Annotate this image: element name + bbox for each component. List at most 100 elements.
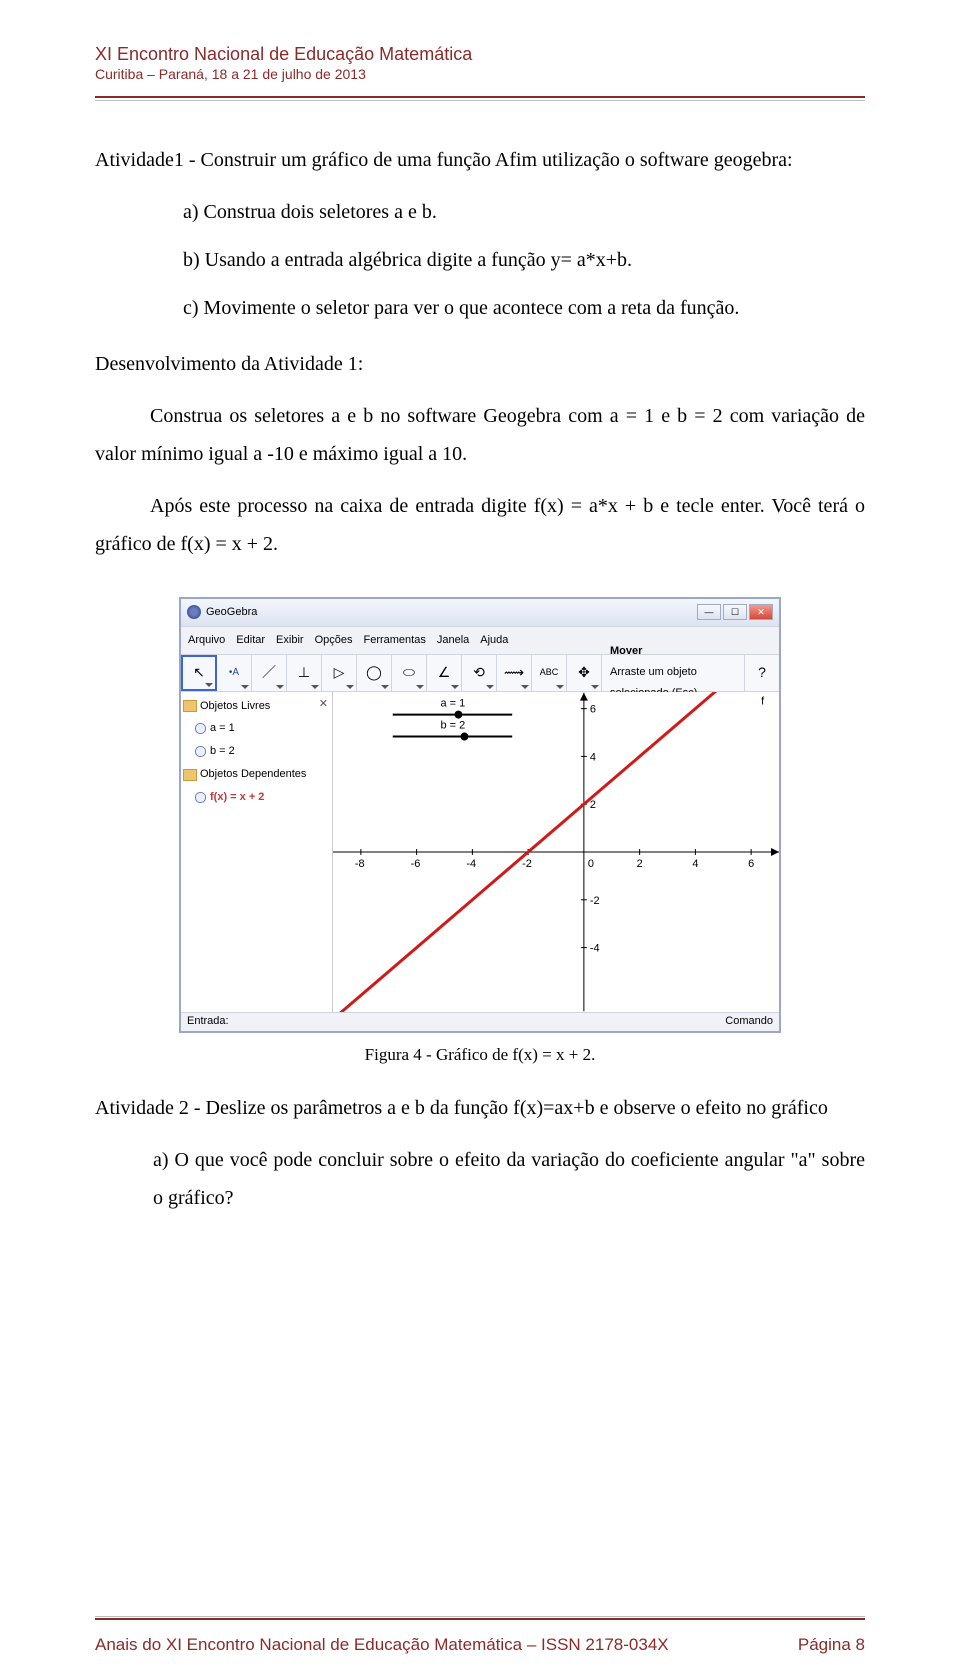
footer-right: Página 8 — [798, 1635, 865, 1655]
page-header: XI Encontro Nacional de Educação Matemát… — [95, 45, 865, 101]
cursor-icon: ↖ — [193, 659, 205, 686]
svg-text:2: 2 — [637, 858, 643, 870]
command-label: Comando — [725, 1011, 773, 1032]
ellipse-icon: ⬭ — [403, 659, 415, 686]
point-icon: •A — [229, 663, 239, 682]
menu-opcoes[interactable]: Opções — [315, 630, 353, 651]
geogebra-window-title: GeoGebra — [206, 602, 257, 623]
tree-free-label: Objetos Livres — [200, 696, 270, 717]
svg-text:0: 0 — [588, 858, 594, 870]
visibility-toggle-icon[interactable] — [195, 723, 206, 734]
plot-svg: -8 -6 -4 -2 0 2 4 6 6 — [333, 692, 779, 1012]
text-icon: ABC — [540, 664, 559, 681]
svg-text:4: 4 — [692, 858, 698, 870]
tool-line[interactable]: ／ — [252, 655, 287, 691]
panel-close-icon[interactable]: ✕ — [319, 694, 328, 715]
dev1-p1: Construa os seletores a e b no software … — [95, 397, 865, 473]
tree-item-a[interactable]: a = 1 — [195, 718, 330, 739]
tool-slider[interactable]: ⟿ — [497, 655, 532, 691]
svg-text:4: 4 — [590, 751, 596, 763]
activity2: Atividade 2 - Deslize os parâmetros a e … — [95, 1089, 865, 1127]
svg-text:-2: -2 — [590, 894, 600, 906]
page-footer: Anais do XI Encontro Nacional de Educaçã… — [95, 1635, 865, 1655]
activity1-intro: Atividade1 - Construir um gráfico de uma… — [95, 141, 865, 179]
svg-text:2: 2 — [590, 799, 596, 811]
menu-janela[interactable]: Janela — [437, 630, 469, 651]
tree-dep-label: Objetos Dependentes — [200, 764, 306, 785]
svg-text:-2: -2 — [522, 858, 532, 870]
svg-text:-8: -8 — [355, 858, 365, 870]
algebra-panel: ✕ Objetos Livres a = 1 b = 2 Objetos Dep… — [181, 692, 333, 1012]
a1-item-a: a) Construa dois seletores a e b. — [183, 193, 865, 231]
figure4: GeoGebra — ☐ ✕ Arquivo Editar Exibir Opç… — [179, 597, 781, 1071]
tool-polygon[interactable]: ▷ — [322, 655, 357, 691]
tool-zoom[interactable]: ✥ — [567, 655, 602, 691]
visibility-toggle-icon[interactable] — [195, 746, 206, 757]
tool-perp[interactable]: ⊥ — [287, 655, 322, 691]
tool-conic[interactable]: ⬭ — [392, 655, 427, 691]
slider-a[interactable]: a = 1 — [393, 697, 512, 718]
input-label: Entrada: — [187, 1011, 229, 1032]
header-rule-thin — [95, 100, 865, 101]
tree-dep-objects[interactable]: Objetos Dependentes — [183, 764, 330, 785]
svg-text:-4: -4 — [466, 858, 476, 870]
visibility-toggle-icon[interactable] — [195, 792, 206, 803]
tree-item-b[interactable]: b = 2 — [195, 741, 330, 762]
tool-angle[interactable]: ∠ — [427, 655, 462, 691]
dev1-title: Desenvolvimento da Atividade 1: — [95, 345, 865, 383]
header-title: XI Encontro Nacional de Educação Matemát… — [95, 45, 865, 65]
svg-text:-6: -6 — [411, 858, 421, 870]
menu-ajuda[interactable]: Ajuda — [480, 630, 508, 651]
footer-rule-thick — [95, 1618, 865, 1620]
graphics-view[interactable]: -8 -6 -4 -2 0 2 4 6 6 — [333, 692, 779, 1012]
tool-help-icon[interactable]: ? — [744, 655, 779, 691]
minimize-button[interactable]: — — [697, 604, 721, 620]
window-buttons: — ☐ ✕ — [697, 604, 773, 620]
geogebra-body: ✕ Objetos Livres a = 1 b = 2 Objetos Dep… — [181, 692, 779, 1012]
footer-rule-thin — [95, 1616, 865, 1617]
tool-transform[interactable]: ⟲ — [462, 655, 497, 691]
tree-item-fx[interactable]: f(x) = x + 2 — [195, 787, 330, 808]
menu-ferramentas[interactable]: Ferramentas — [363, 630, 425, 651]
folder-icon — [183, 769, 197, 781]
tool-move[interactable]: ↖ — [181, 655, 217, 691]
move-view-icon: ✥ — [578, 659, 590, 686]
menu-exibir[interactable]: Exibir — [276, 630, 304, 651]
menu-arquivo[interactable]: Arquivo — [188, 630, 225, 651]
slider-b[interactable]: b = 2 — [393, 719, 512, 740]
plot-line-label: f — [761, 695, 765, 707]
slider-icon: ⟿ — [504, 659, 524, 686]
tool-text[interactable]: ABC — [532, 655, 567, 691]
svg-text:b = 2: b = 2 — [441, 719, 466, 731]
close-button[interactable]: ✕ — [749, 604, 773, 620]
folder-icon — [183, 700, 197, 712]
maximize-button[interactable]: ☐ — [723, 604, 747, 620]
perpendicular-icon: ⊥ — [298, 659, 310, 686]
body-text: Atividade1 - Construir um gráfico de uma… — [95, 141, 865, 1217]
page: XI Encontro Nacional de Educação Matemát… — [0, 0, 960, 1679]
tool-help: Mover Arraste um objeto selecionado (Esc… — [602, 655, 744, 691]
activity1-items: a) Construa dois seletores a e b. b) Usa… — [183, 193, 865, 327]
circle-icon: ◯ — [366, 659, 382, 686]
a2-item-a: a) O que você pode concluir sobre o efei… — [153, 1141, 865, 1217]
header-subtitle: Curitiba – Paraná, 18 a 21 de julho de 2… — [95, 66, 865, 82]
a1-item-c: c) Movimente o seletor para ver o que ac… — [183, 289, 865, 327]
geogebra-titlebar: GeoGebra — ☐ ✕ — [181, 599, 779, 627]
menu-editar[interactable]: Editar — [236, 630, 265, 651]
svg-text:-4: -4 — [590, 942, 600, 954]
geogebra-logo-icon — [187, 605, 201, 619]
geogebra-toolbar: ↖ •A ／ ⊥ ▷ ◯ ⬭ ∠ ⟲ ⟿ ABC ✥ Mover Arraste… — [181, 655, 779, 692]
reflect-icon: ⟲ — [473, 659, 485, 686]
help-icon: ? — [758, 659, 766, 686]
tool-circle[interactable]: ◯ — [357, 655, 392, 691]
tree-free-objects[interactable]: Objetos Livres — [183, 696, 330, 717]
tool-point[interactable]: •A — [217, 655, 252, 691]
svg-text:a = 1: a = 1 — [441, 697, 466, 709]
footer-left: Anais do XI Encontro Nacional de Educaçã… — [95, 1635, 669, 1655]
polygon-icon: ▷ — [334, 659, 345, 686]
svg-text:6: 6 — [748, 858, 754, 870]
dev1-p2: Após este processo na caixa de entrada d… — [95, 487, 865, 563]
geogebra-window: GeoGebra — ☐ ✕ Arquivo Editar Exibir Opç… — [179, 597, 781, 1033]
header-rule-thick — [95, 96, 865, 98]
figure4-caption: Figura 4 - Gráfico de f(x) = x + 2. — [179, 1039, 781, 1071]
